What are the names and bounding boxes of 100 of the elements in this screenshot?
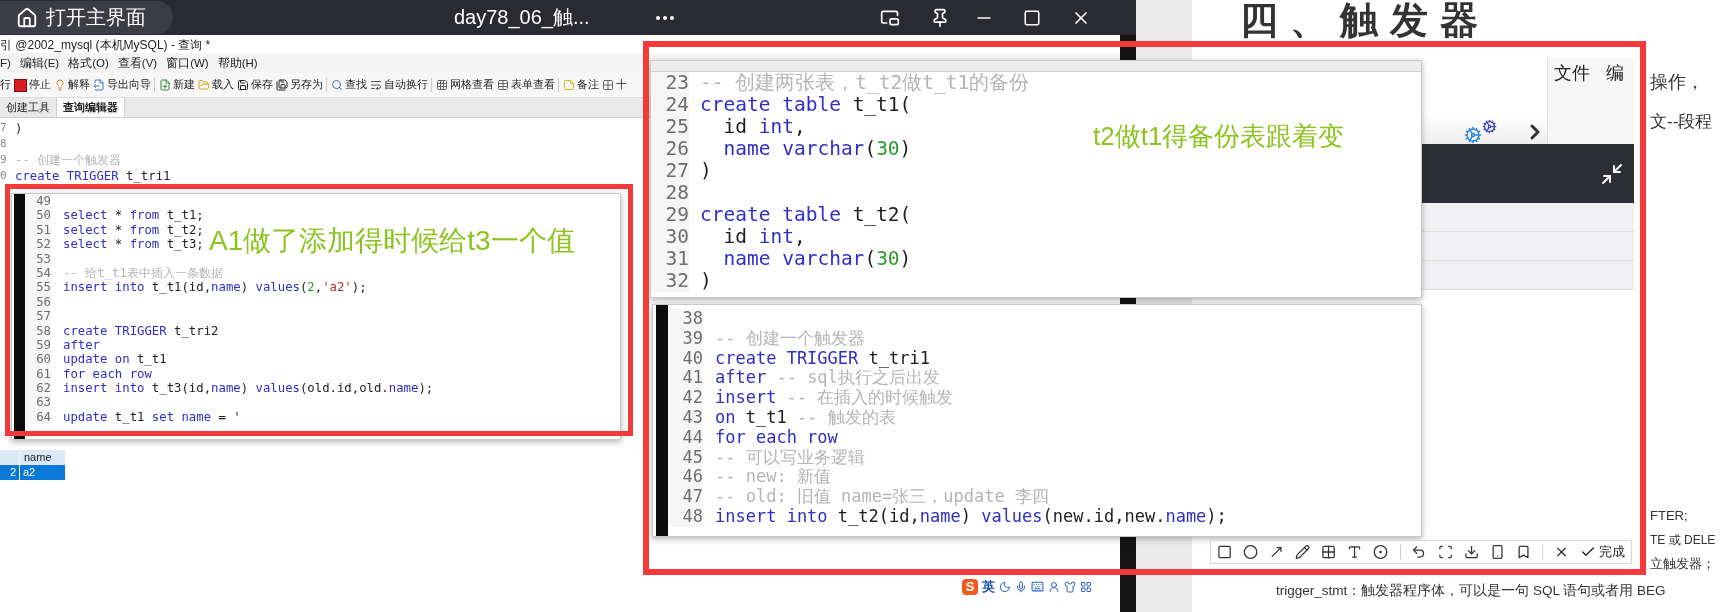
line-number: 44 (668, 427, 703, 448)
toolbar-button[interactable]: 自动换行 (370, 78, 428, 92)
code-line: -- new: 新值 (714, 467, 831, 488)
folder-icon (198, 79, 210, 91)
code-line: -- 可以写业务逻辑 (714, 447, 865, 468)
menu-item[interactable]: 帮助(H) (217, 55, 258, 71)
toolbar-button[interactable]: 新建 (159, 78, 195, 92)
rectangle-tool-icon[interactable] (1217, 544, 1233, 560)
toolbar-button[interactable]: 行 (0, 78, 11, 92)
new-file-icon (159, 79, 171, 91)
code-line: -- 给t_t1表中插入一条数据 (62, 265, 223, 281)
toolbar-button[interactable]: 查找 (331, 78, 367, 92)
marker-icon[interactable] (1373, 544, 1389, 560)
home-icon (16, 6, 38, 29)
line-number: 55 (25, 280, 51, 295)
line-number: 26 (651, 138, 689, 160)
line-number: 8 (0, 136, 8, 152)
code-line: select * from t_t2; (62, 222, 204, 238)
mosaic-icon[interactable] (1321, 544, 1337, 560)
code-line: update t_t1 set name = ' (62, 409, 241, 425)
menu-item[interactable]: 查看(V) (117, 55, 158, 71)
line-number: 29 (651, 204, 689, 226)
menu-item[interactable]: F) (0, 57, 11, 69)
ellipse-tool-icon[interactable] (1243, 544, 1259, 560)
gears-icon (1464, 119, 1497, 144)
menu-item[interactable]: 格式(O) (68, 55, 109, 71)
document-text: 立触发器； (1650, 555, 1715, 573)
line-number: 43 (668, 408, 703, 428)
export-icon (93, 79, 105, 91)
toolbar-button[interactable]: 网格查看 (436, 78, 494, 92)
input-mode-toggle[interactable]: 英 (982, 577, 995, 596)
line-number: 41 (668, 368, 703, 389)
grid-icon (602, 79, 614, 91)
phone-icon[interactable] (1489, 544, 1505, 560)
code-line: for each row (62, 366, 152, 382)
toolbar-button[interactable]: 载入 (198, 78, 234, 92)
line-number: 7 (0, 120, 8, 136)
arrow-tool-icon[interactable] (1269, 544, 1285, 560)
toolbar-button[interactable]: 另存为 (276, 78, 323, 92)
document-text: trigger_stmt：触发器程序体，可以是一句 SQL 语句或者用 BEG (1276, 582, 1666, 600)
editor-tab[interactable]: 查询编辑器 (57, 98, 125, 117)
grid-icon[interactable] (1080, 580, 1092, 593)
menu-item[interactable]: 文件 (1554, 61, 1590, 83)
code-line: on t_t1 -- 触发的表 (714, 408, 896, 428)
keyboard-icon[interactable] (1031, 580, 1044, 593)
bookmark-icon[interactable] (1515, 544, 1531, 560)
code-line: -- 创建一个触发器 (15, 152, 122, 168)
download-icon[interactable] (1463, 544, 1479, 560)
toolbar-button[interactable]: 十 (602, 78, 627, 92)
code-line: insert into t_t2(id,name) values(new.id,new.name); (714, 506, 1227, 527)
restore-icon[interactable] (1600, 161, 1624, 186)
line-number: 38 (668, 309, 703, 329)
toolbar-button[interactable]: 解释 (54, 78, 90, 92)
code-line: for each row (714, 427, 838, 448)
toolbar-button[interactable]: 停止 (14, 78, 51, 92)
code-line: insert into t_t3(id,name) values(old.id,old.name); (62, 381, 434, 396)
line-number: 47 (668, 487, 703, 507)
lightbulb-icon (54, 79, 66, 91)
code-line: create table t_t1( (699, 94, 912, 116)
code-line: update on t_t1 (62, 352, 167, 367)
line-number: 50 (25, 208, 51, 223)
line-number: 32 (651, 270, 689, 292)
row-number[interactable]: 2 (0, 465, 20, 480)
moon-icon[interactable] (999, 580, 1011, 593)
shirt-icon[interactable] (1064, 580, 1076, 593)
done-button[interactable]: 完成 (1579, 543, 1625, 561)
menu-item[interactable]: 编辑(E) (19, 55, 60, 71)
note-icon (563, 79, 575, 91)
code-line: select * from t_t1; (62, 208, 204, 223)
toolbar-button[interactable]: 保存 (237, 78, 273, 92)
search-icon (331, 79, 343, 91)
code-line: name varchar(30) (722, 248, 912, 270)
line-number: 48 (668, 506, 703, 527)
toolbar-button[interactable]: 导出向导 (93, 78, 151, 92)
code-line: select * from t_t3; (62, 237, 204, 252)
user-icon[interactable] (1048, 580, 1060, 593)
line-number: 42 (668, 388, 703, 408)
line-number: 57 (25, 309, 51, 324)
home-button[interactable]: 打开主界面 (0, 1, 173, 34)
video-title: day78_06_触... (454, 5, 590, 31)
code-line: create TRIGGER t_tri1 (15, 168, 171, 184)
annotation-text: A1做了添加得时候给t3一个值 (209, 224, 575, 258)
line-number: 49 (25, 194, 51, 209)
toolbar-button[interactable]: 备注 (563, 78, 599, 92)
text-tool-icon[interactable] (1347, 544, 1363, 560)
scan-icon[interactable] (1437, 544, 1453, 560)
menu-item[interactable]: 编 (1606, 61, 1624, 83)
pencil-icon[interactable] (1295, 544, 1311, 560)
table-cell[interactable]: a2 (20, 465, 66, 480)
line-number: 28 (651, 182, 689, 204)
document-text: FTER; (1650, 508, 1688, 523)
line-number: 62 (25, 381, 51, 396)
toolbar-button[interactable]: 表单查看 (497, 78, 555, 92)
line-number: 46 (668, 467, 703, 488)
menu-item[interactable]: 窗口(W) (166, 55, 209, 71)
line-number: 24 (651, 94, 689, 116)
undo-icon[interactable] (1411, 544, 1427, 560)
maximize-icon[interactable] (1022, 8, 1041, 27)
microphone-icon[interactable] (1015, 580, 1027, 593)
code-line: id int, (722, 226, 806, 248)
